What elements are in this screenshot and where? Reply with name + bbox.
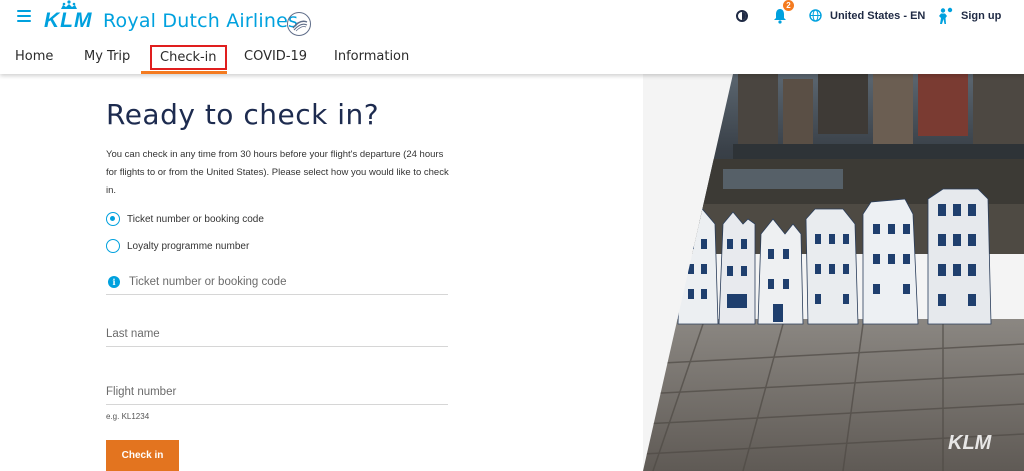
info-icon[interactable]: i bbox=[108, 276, 120, 288]
radio-option-ticket[interactable]: Ticket number or booking code bbox=[106, 211, 264, 227]
flight-number-input[interactable] bbox=[106, 379, 448, 404]
photo-watermark: KLM bbox=[948, 432, 993, 454]
check-in-button[interactable]: Check in bbox=[106, 440, 179, 471]
skyteam-icon bbox=[287, 12, 311, 36]
person-icon[interactable] bbox=[936, 7, 954, 25]
nav-home[interactable]: Home bbox=[15, 49, 53, 64]
klm-logo-text: KLM bbox=[44, 9, 93, 32]
country-language-selector[interactable]: United States - EN bbox=[830, 10, 925, 22]
bell-icon[interactable] bbox=[773, 8, 787, 24]
flight-number-hint: e.g. KL1234 bbox=[106, 412, 150, 421]
hero-photo: KLM bbox=[643, 74, 1024, 471]
radio-button-ticket[interactable] bbox=[106, 212, 120, 226]
hamburger-menu-icon[interactable] bbox=[17, 10, 31, 22]
site-header: KLM Royal Dutch Airlines 2 United States… bbox=[0, 0, 1024, 74]
nav-covid-19[interactable]: COVID-19 bbox=[244, 49, 307, 64]
page-title: Ready to check in? bbox=[106, 98, 380, 131]
active-tab-indicator bbox=[141, 71, 227, 74]
globe-icon[interactable] bbox=[809, 9, 822, 22]
main-navigation: Home My Trip Check-in COVID-19 Informati… bbox=[0, 42, 1024, 74]
brand-name: Royal Dutch Airlines bbox=[103, 10, 299, 32]
last-name-input[interactable] bbox=[106, 321, 448, 346]
radio-label-loyalty: Loyalty programme number bbox=[127, 240, 250, 252]
signup-link[interactable]: Sign up bbox=[961, 10, 1001, 22]
intro-text: You can check in any time from 30 hours … bbox=[106, 149, 449, 196]
radio-button-loyalty[interactable] bbox=[106, 239, 120, 253]
lastname-field-wrapper bbox=[106, 321, 448, 347]
contrast-icon[interactable] bbox=[736, 10, 748, 22]
radio-label-ticket: Ticket number or booking code bbox=[127, 213, 264, 225]
ticket-number-input[interactable] bbox=[106, 269, 448, 294]
amsterdam-houses-photo: KLM bbox=[643, 74, 1024, 471]
flight-field-wrapper bbox=[106, 379, 448, 405]
nav-information[interactable]: Information bbox=[334, 49, 409, 64]
nav-check-in[interactable]: Check-in bbox=[150, 45, 227, 70]
notification-badge: 2 bbox=[783, 0, 794, 11]
radio-option-loyalty[interactable]: Loyalty programme number bbox=[106, 238, 249, 254]
checkin-form-section: Ready to check in? You can check in any … bbox=[0, 74, 643, 471]
klm-logo[interactable]: KLM bbox=[44, 0, 96, 32]
ticket-field-wrapper: i bbox=[106, 269, 448, 295]
nav-my-trip[interactable]: My Trip bbox=[84, 49, 130, 64]
